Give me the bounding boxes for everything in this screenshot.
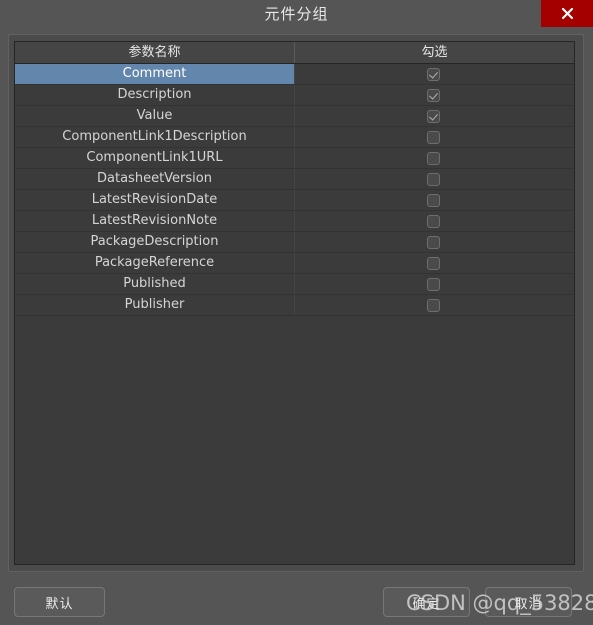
param-checkbox-cell[interactable] [295, 190, 574, 210]
checkbox-unchecked-icon[interactable] [427, 214, 440, 228]
checkbox-unchecked-icon[interactable] [427, 235, 440, 249]
table-row[interactable]: Publisher [15, 295, 574, 316]
param-name-cell[interactable]: ComponentLink1Description [15, 127, 295, 147]
column-header-param-name[interactable]: 参数名称 [15, 42, 295, 63]
checkbox-checked-icon[interactable] [427, 88, 440, 102]
checkbox-unchecked-icon[interactable] [427, 193, 440, 207]
table-row[interactable]: ComponentLink1URL [15, 148, 574, 169]
param-checkbox-cell[interactable] [295, 85, 574, 105]
param-name-cell[interactable]: Comment [15, 64, 295, 84]
param-checkbox-cell[interactable] [295, 127, 574, 147]
checkbox-unchecked-icon[interactable] [427, 151, 440, 165]
param-checkbox-cell[interactable] [295, 274, 574, 294]
checkbox-unchecked-icon[interactable] [427, 277, 440, 291]
table-row[interactable]: Published [15, 274, 574, 295]
column-header-checked[interactable]: 勾选 [295, 42, 574, 63]
parameter-table: 参数名称 勾选 Comment Description Value Component… [14, 41, 575, 565]
close-x-icon [561, 7, 574, 20]
checkbox-unchecked-icon[interactable] [427, 298, 440, 312]
param-checkbox-cell[interactable] [295, 64, 574, 84]
param-name-cell[interactable]: LatestRevisionNote [15, 211, 295, 231]
param-name-cell[interactable]: PackageDescription [15, 232, 295, 252]
param-checkbox-cell[interactable] [295, 148, 574, 168]
window-title: 元件分组 [264, 5, 329, 23]
param-checkbox-cell[interactable] [295, 169, 574, 189]
checkbox-unchecked-icon[interactable] [427, 130, 440, 144]
default-button[interactable]: 默认 [14, 587, 105, 617]
table-body: Comment Description Value ComponentLink1Des… [15, 64, 574, 316]
ok-button[interactable]: 确定 [383, 587, 470, 617]
table-row[interactable]: ComponentLink1Description [15, 127, 574, 148]
param-checkbox-cell[interactable] [295, 106, 574, 126]
param-checkbox-cell[interactable] [295, 232, 574, 252]
table-row[interactable]: Value [15, 106, 574, 127]
checkbox-unchecked-icon[interactable] [427, 256, 440, 270]
title-bar: 元件分组 [0, 0, 593, 28]
checkbox-checked-icon[interactable] [427, 67, 440, 81]
param-name-cell[interactable]: ComponentLink1URL [15, 148, 295, 168]
table-header-row: 参数名称 勾选 [15, 42, 574, 64]
table-row[interactable]: Description [15, 85, 574, 106]
param-name-cell[interactable]: Value [15, 106, 295, 126]
checkbox-unchecked-icon[interactable] [427, 172, 440, 186]
table-row[interactable]: LatestRevisionDate [15, 190, 574, 211]
param-checkbox-cell[interactable] [295, 253, 574, 273]
param-name-cell[interactable]: DatasheetVersion [15, 169, 295, 189]
table-row[interactable]: Comment [15, 64, 574, 85]
checkbox-checked-icon[interactable] [427, 109, 440, 123]
table-row[interactable]: DatasheetVersion [15, 169, 574, 190]
param-checkbox-cell[interactable] [295, 295, 574, 315]
param-name-cell[interactable]: LatestRevisionDate [15, 190, 295, 210]
table-row[interactable]: PackageReference [15, 253, 574, 274]
close-button[interactable] [541, 0, 593, 27]
param-checkbox-cell[interactable] [295, 211, 574, 231]
cancel-button[interactable]: 取消 [485, 587, 572, 617]
table-row[interactable]: PackageDescription [15, 232, 574, 253]
param-name-cell[interactable]: PackageReference [15, 253, 295, 273]
param-name-cell[interactable]: Description [15, 85, 295, 105]
param-name-cell[interactable]: Published [15, 274, 295, 294]
param-name-cell[interactable]: Publisher [15, 295, 295, 315]
table-row[interactable]: LatestRevisionNote [15, 211, 574, 232]
